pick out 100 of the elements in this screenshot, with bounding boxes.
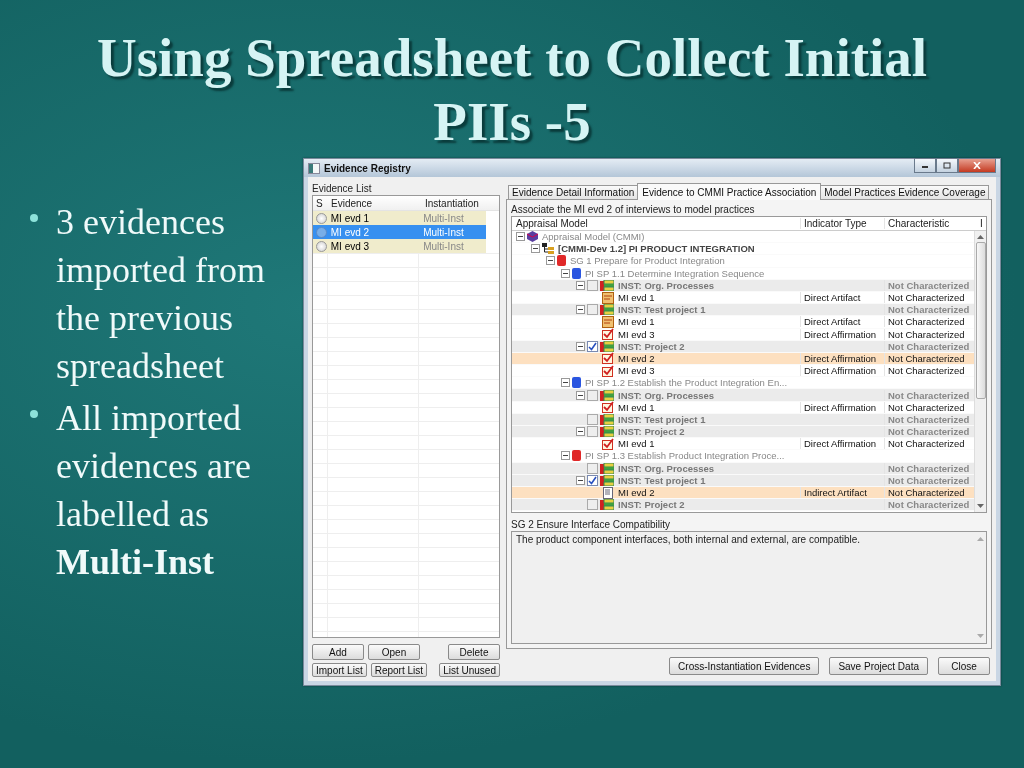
list-button[interactable]: List Unused — [439, 663, 500, 677]
radio-button[interactable] — [316, 226, 327, 238]
slide-title: Using Spreadsheet to Collect Initial PIIs -5 — [95, 26, 929, 154]
footer-button[interactable]: Save Project Data — [829, 657, 928, 675]
bullet-text: 3 evidences imported from the previous spreadsheet — [56, 201, 266, 388]
indicator-type: Direct Affirmation — [804, 438, 877, 450]
column-header: Appraisal Model — [515, 218, 589, 229]
tree-label: INST: Project 2 — [618, 426, 685, 438]
tree-row[interactable]: INST: Test project 1 Not Characterized — [512, 304, 974, 317]
tree-label: [CMMI-Dev 1.2] PI PRODUCT INTEGRATION — [558, 243, 755, 255]
collapse-icon[interactable] — [576, 341, 585, 351]
evidence-row[interactable]: MI evd 1 Multi-Inst — [313, 211, 486, 225]
tree-row[interactable]: PI SP 1.3 Establish Product Integration Proce... — [512, 450, 974, 463]
collapse-icon[interactable] — [576, 390, 585, 400]
tree-label: Appraisal Model (CMMI) — [542, 231, 645, 243]
tree-row[interactable]: MI evd 1 Direct Affirmation Not Characterized — [512, 438, 974, 451]
column-header: S — [315, 197, 324, 209]
column-header: I — [979, 218, 983, 229]
radio-button[interactable] — [316, 212, 327, 224]
tree-label: MI evd 1 — [618, 316, 655, 328]
collapse-icon[interactable] — [516, 232, 525, 242]
description-label: SG 2 Ensure Interface Compatibility — [511, 519, 671, 530]
tree-row[interactable]: MI evd 1 Direct Affirmation Not Characterized — [512, 401, 974, 414]
list-button[interactable]: Open — [368, 644, 420, 660]
folders-icon — [600, 279, 614, 291]
list-button[interactable]: Add — [312, 644, 364, 660]
scrollbar[interactable] — [974, 231, 986, 512]
list-button[interactable]: Report List — [370, 663, 428, 677]
tree-row[interactable]: INST: Project 2 Not Characterized — [512, 426, 974, 439]
tree-row[interactable]: PI SP 1.1 Determine Integration Sequence — [512, 267, 974, 280]
collapse-icon[interactable] — [546, 256, 555, 266]
document-icon — [602, 486, 614, 499]
collapse-icon[interactable] — [531, 244, 540, 254]
indicator-type: Direct Affirmation — [804, 401, 877, 413]
collapse-icon[interactable] — [561, 378, 570, 388]
close-button[interactable] — [958, 157, 996, 173]
tree-row[interactable]: [CMMI-Dev 1.2] PI PRODUCT INTEGRATION — [512, 243, 974, 256]
characteristic-text: Not Characterized — [888, 328, 965, 340]
scroll-down-icon[interactable] — [977, 504, 984, 509]
footer-button[interactable]: Cross-Instantiation Evidences — [669, 657, 820, 675]
minimize-button[interactable] — [914, 157, 936, 173]
tree-label: MI evd 1 — [618, 401, 655, 413]
folders-icon — [600, 340, 614, 352]
tree-label: MI evd 1 — [618, 292, 655, 304]
folders-icon — [600, 462, 614, 474]
group-label: Evidence List — [312, 183, 373, 194]
tree-row[interactable]: INST: Org. Processes Not Characterized — [512, 389, 974, 402]
checkbox[interactable] — [587, 413, 598, 425]
checkbox[interactable] — [587, 279, 598, 291]
collapse-icon[interactable] — [561, 451, 570, 461]
tab[interactable]: Evidence to CMMI Practice Association — [637, 183, 822, 200]
checkbox[interactable] — [587, 499, 598, 511]
bullet-icon — [30, 410, 38, 418]
tree-label: INST: Org. Processes — [618, 389, 715, 401]
column-header: Evidence — [330, 197, 374, 209]
tree-label: INST: Test project 1 — [618, 474, 706, 486]
collapse-icon[interactable] — [576, 280, 585, 290]
maximize-button[interactable] — [936, 157, 958, 173]
collapse-icon[interactable] — [576, 427, 585, 437]
scroll-up-icon[interactable] — [977, 234, 984, 239]
checkmark-icon — [602, 437, 614, 450]
tree-row[interactable]: SG 1 Prepare for Product Integration — [512, 255, 974, 268]
list-button[interactable]: Delete — [448, 644, 500, 660]
tree-row[interactable]: MI evd 3 Direct Affirmation Not Characterized — [512, 365, 974, 378]
tree-row[interactable]: Appraisal Model (CMMI) — [512, 231, 974, 244]
tree-row[interactable]: INST: Project 2 Not Characterized — [512, 499, 974, 512]
app-icon — [308, 162, 320, 174]
tree-label: INST: Test project 1 — [618, 304, 706, 316]
characteristic-text: Not Characterized — [888, 316, 965, 328]
collapse-icon[interactable] — [576, 305, 585, 315]
folders-icon — [600, 499, 614, 511]
tree-label: INST: Project 2 — [618, 340, 685, 352]
folders-icon — [600, 304, 614, 316]
evidence-row[interactable]: MI evd 3 Multi-Inst — [313, 239, 486, 253]
practice-icon — [572, 267, 581, 279]
maximize-icon — [943, 161, 951, 169]
checkbox[interactable] — [587, 426, 598, 438]
checkbox[interactable] — [587, 389, 598, 401]
collapse-icon[interactable] — [561, 268, 570, 278]
footer-button[interactable]: Close — [938, 657, 990, 675]
tree-label: INST: Project 2 — [618, 499, 685, 511]
checkbox[interactable] — [587, 474, 598, 486]
radio-button[interactable] — [316, 240, 327, 252]
tree-row[interactable]: MI evd 3 Direct Affirmation Not Characterized — [512, 328, 974, 341]
checkbox[interactable] — [587, 462, 598, 474]
goal-icon — [557, 255, 566, 267]
indicator-type: Direct Artifact — [804, 316, 861, 328]
bullet-text: All imported evidences are labelled as Multi-Inst — [56, 397, 252, 584]
tab[interactable]: Model Practices Evidence Coverage — [820, 185, 990, 199]
tree-label: MI evd 3 — [618, 328, 655, 340]
collapse-icon[interactable] — [576, 475, 585, 485]
tab[interactable]: Evidence Detail Information — [508, 185, 639, 199]
characteristic-text: Not Characterized — [888, 487, 965, 499]
tree-row[interactable]: MI evd 1 Direct Artifact Not Characterized — [512, 316, 974, 329]
checkbox[interactable] — [587, 340, 598, 352]
list-button[interactable]: Import List — [312, 663, 367, 677]
checkbox[interactable] — [587, 304, 598, 316]
characteristic-text: Not Characterized — [888, 401, 965, 413]
folders-icon — [600, 413, 614, 425]
tree-label: PI SP 1.2 Establish the Product Integration En... — [585, 377, 788, 389]
